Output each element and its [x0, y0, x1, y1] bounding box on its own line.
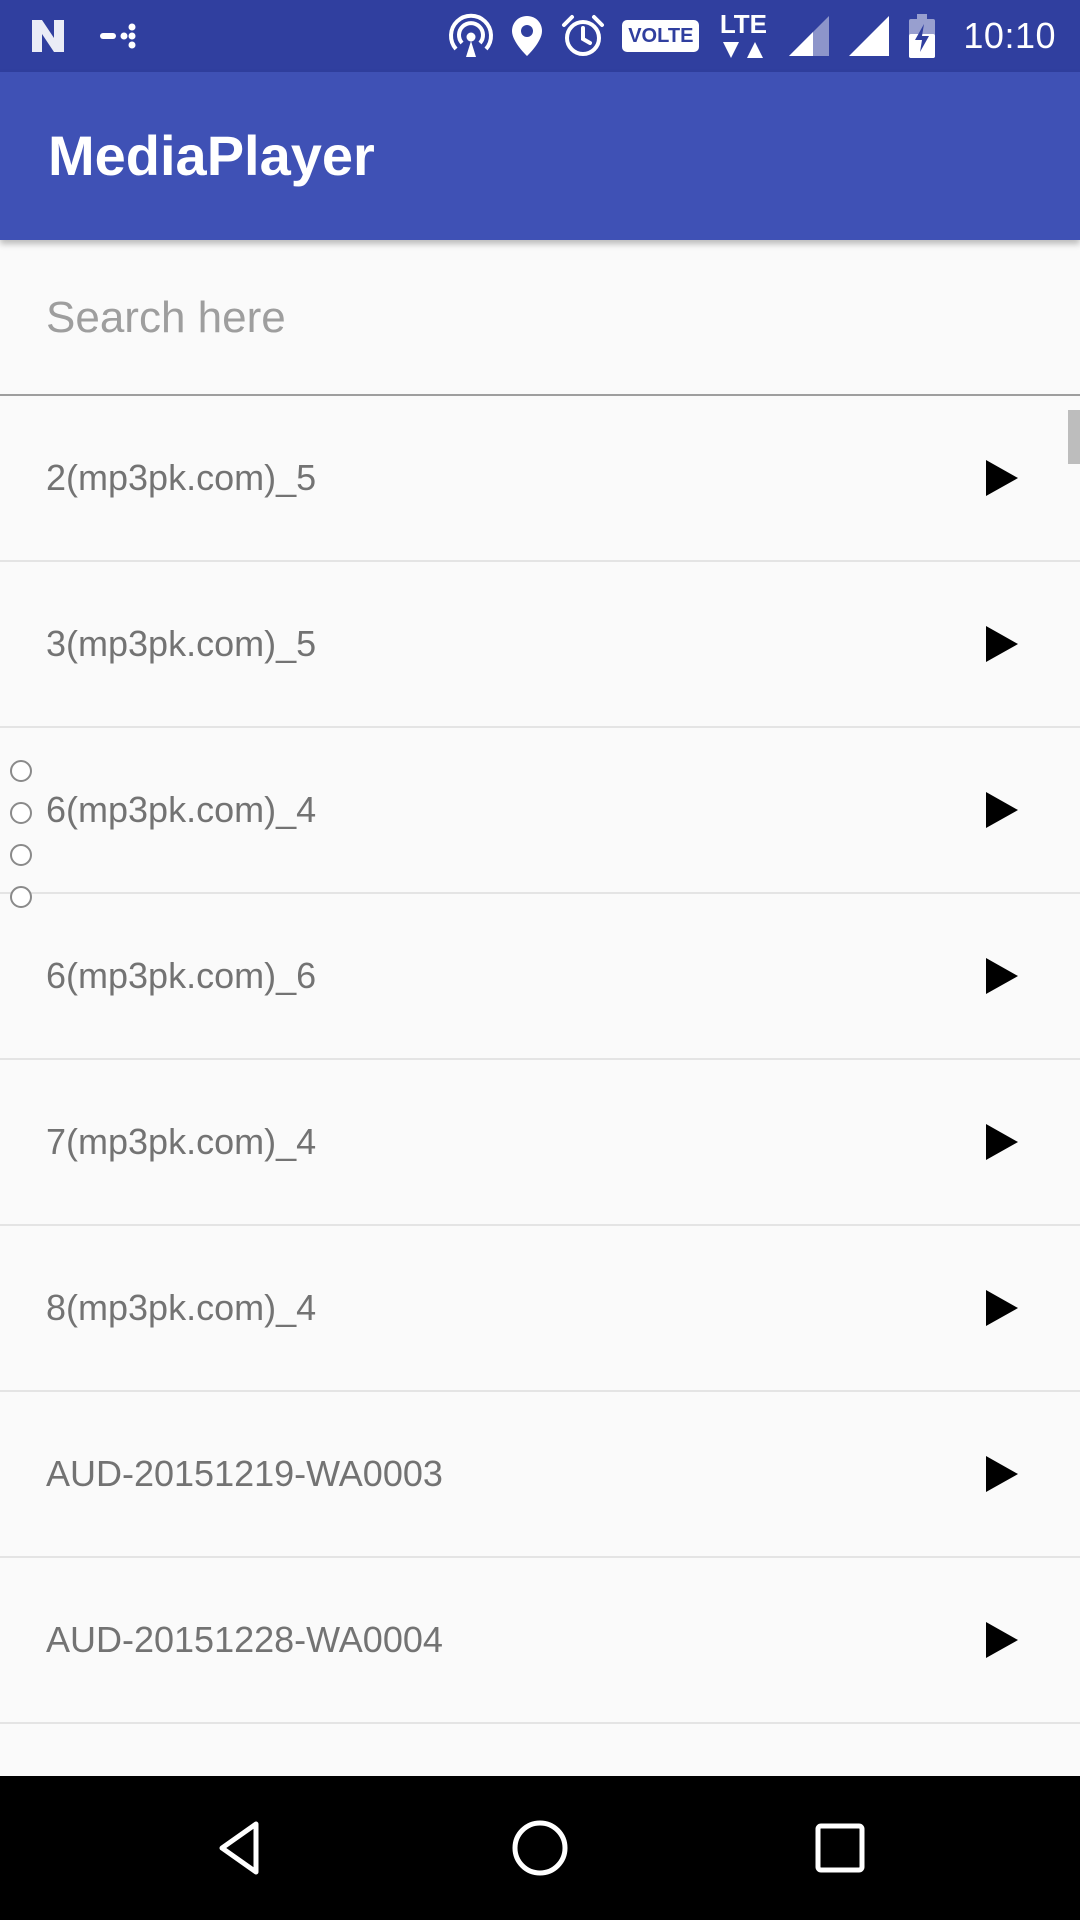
status-bar: VOLTE LTE 10:10	[0, 0, 1080, 72]
n-icon	[28, 16, 68, 56]
volte-label: VOLTE	[622, 20, 700, 52]
song-row[interactable]: 6(mp3pk.com)_4	[0, 728, 1080, 894]
search-input[interactable]	[46, 286, 1026, 350]
drag-handle-dot	[10, 760, 32, 782]
song-row[interactable]: AUD-20151228-WA0004	[0, 1558, 1080, 1724]
song-row[interactable]: 2(mp3pk.com)_5	[0, 396, 1080, 562]
song-row[interactable]: 8(mp3pk.com)_4	[0, 1226, 1080, 1392]
app-title: MediaPlayer	[48, 124, 375, 187]
song-row[interactable]	[0, 1724, 1080, 1776]
lte-icon: LTE	[715, 10, 771, 62]
song-list[interactable]: 2(mp3pk.com)_5 3(mp3pk.com)_5 6(mp3pk.co…	[0, 396, 1080, 1776]
navigation-bar	[0, 1776, 1080, 1920]
drag-handle[interactable]	[10, 760, 40, 908]
status-bar-left	[28, 14, 138, 58]
data-saver-icon	[98, 21, 138, 51]
song-title: 3(mp3pk.com)_5	[46, 623, 317, 664]
home-icon[interactable]	[508, 1816, 572, 1880]
drag-handle-dot	[10, 844, 32, 866]
app-bar: MediaPlayer	[0, 72, 1080, 240]
battery-charging-icon	[907, 12, 937, 60]
signal-icon	[787, 14, 831, 58]
lte-label: LTE	[719, 9, 767, 39]
scrollbar-thumb[interactable]	[1068, 410, 1080, 464]
song-title: AUD-20151219-WA0003	[46, 1453, 443, 1494]
drag-handle-dot	[10, 802, 32, 824]
song-title: 2(mp3pk.com)_5	[46, 457, 317, 498]
song-title: 8(mp3pk.com)_4	[46, 1287, 317, 1328]
play-icon[interactable]	[982, 956, 1022, 996]
signal-icon	[847, 14, 891, 58]
play-icon[interactable]	[982, 458, 1022, 498]
song-row[interactable]: 7(mp3pk.com)_4	[0, 1060, 1080, 1226]
song-title: 6(mp3pk.com)_6	[46, 955, 317, 996]
song-row[interactable]: AUD-20151219-WA0003	[0, 1392, 1080, 1558]
play-icon[interactable]	[982, 1122, 1022, 1162]
drag-handle-dot	[10, 886, 32, 908]
status-bar-right: VOLTE LTE 10:10	[448, 10, 1056, 62]
location-icon	[510, 14, 544, 58]
recents-icon[interactable]	[808, 1816, 872, 1880]
song-row[interactable]: 3(mp3pk.com)_5	[0, 562, 1080, 728]
song-title: 7(mp3pk.com)_4	[46, 1121, 317, 1162]
play-icon[interactable]	[982, 624, 1022, 664]
data-activity-icon	[723, 42, 764, 58]
play-icon[interactable]	[982, 790, 1022, 830]
back-icon[interactable]	[208, 1816, 272, 1880]
play-icon[interactable]	[982, 1620, 1022, 1660]
play-icon[interactable]	[982, 1288, 1022, 1328]
volte-icon: VOLTE	[622, 20, 700, 52]
clock-time: 10:10	[963, 15, 1056, 56]
play-icon[interactable]	[982, 1454, 1022, 1494]
song-title: 6(mp3pk.com)_4	[46, 789, 317, 830]
song-title: AUD-20151228-WA0004	[46, 1619, 443, 1660]
alarm-icon	[560, 13, 606, 59]
search-field	[0, 240, 1080, 396]
song-row[interactable]: 6(mp3pk.com)_6	[0, 894, 1080, 1060]
hotspot-icon	[448, 13, 494, 59]
